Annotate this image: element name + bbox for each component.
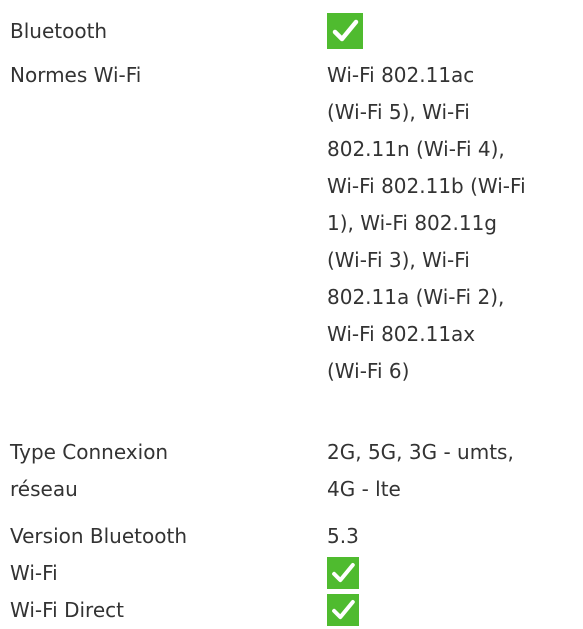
value-line: Wi-Fi 802.11ax bbox=[327, 322, 476, 346]
spec-label-network-type: Type Connexion réseau bbox=[10, 434, 300, 508]
label-line: Type Connexion bbox=[10, 440, 169, 464]
value-line: 802.11n (Wi-Fi 4), bbox=[327, 137, 505, 161]
spec-label-bluetooth-version: Version Bluetooth bbox=[10, 524, 187, 548]
spec-value-bluetooth-version: 5.3 bbox=[327, 524, 359, 548]
label-line: réseau bbox=[10, 477, 78, 501]
check-icon bbox=[327, 557, 359, 589]
spec-label-bluetooth: Bluetooth bbox=[10, 19, 108, 43]
spec-label-wifi-standards: Normes Wi-Fi bbox=[10, 63, 142, 87]
spec-label-wifi-direct: Wi-Fi Direct bbox=[10, 598, 124, 622]
value-line: 2G, 5G, 3G - umts, bbox=[327, 440, 514, 464]
check-icon bbox=[327, 13, 363, 49]
value-line: (Wi-Fi 6) bbox=[327, 359, 410, 383]
value-line: (Wi-Fi 3), Wi-Fi bbox=[327, 248, 470, 272]
check-icon bbox=[327, 594, 359, 626]
value-line: Wi-Fi 802.11ac bbox=[327, 63, 475, 87]
value-line: (Wi-Fi 5), Wi-Fi bbox=[327, 100, 470, 124]
value-line: 1), Wi-Fi 802.11g bbox=[327, 211, 497, 235]
value-line: 4G - lte bbox=[327, 477, 401, 501]
specs-table: Bluetooth Normes Wi-Fi Wi-Fi 802.11ac (W… bbox=[0, 0, 583, 629]
value-line: 802.11a (Wi-Fi 2), bbox=[327, 285, 505, 309]
spec-value-network-type: 2G, 5G, 3G - umts, 4G - lte bbox=[327, 434, 577, 508]
value-line: Wi-Fi 802.11b (Wi-Fi bbox=[327, 174, 526, 198]
spec-label-wifi: Wi-Fi bbox=[10, 561, 58, 585]
spec-value-wifi-standards: Wi-Fi 802.11ac (Wi-Fi 5), Wi-Fi 802.11n … bbox=[327, 57, 577, 390]
